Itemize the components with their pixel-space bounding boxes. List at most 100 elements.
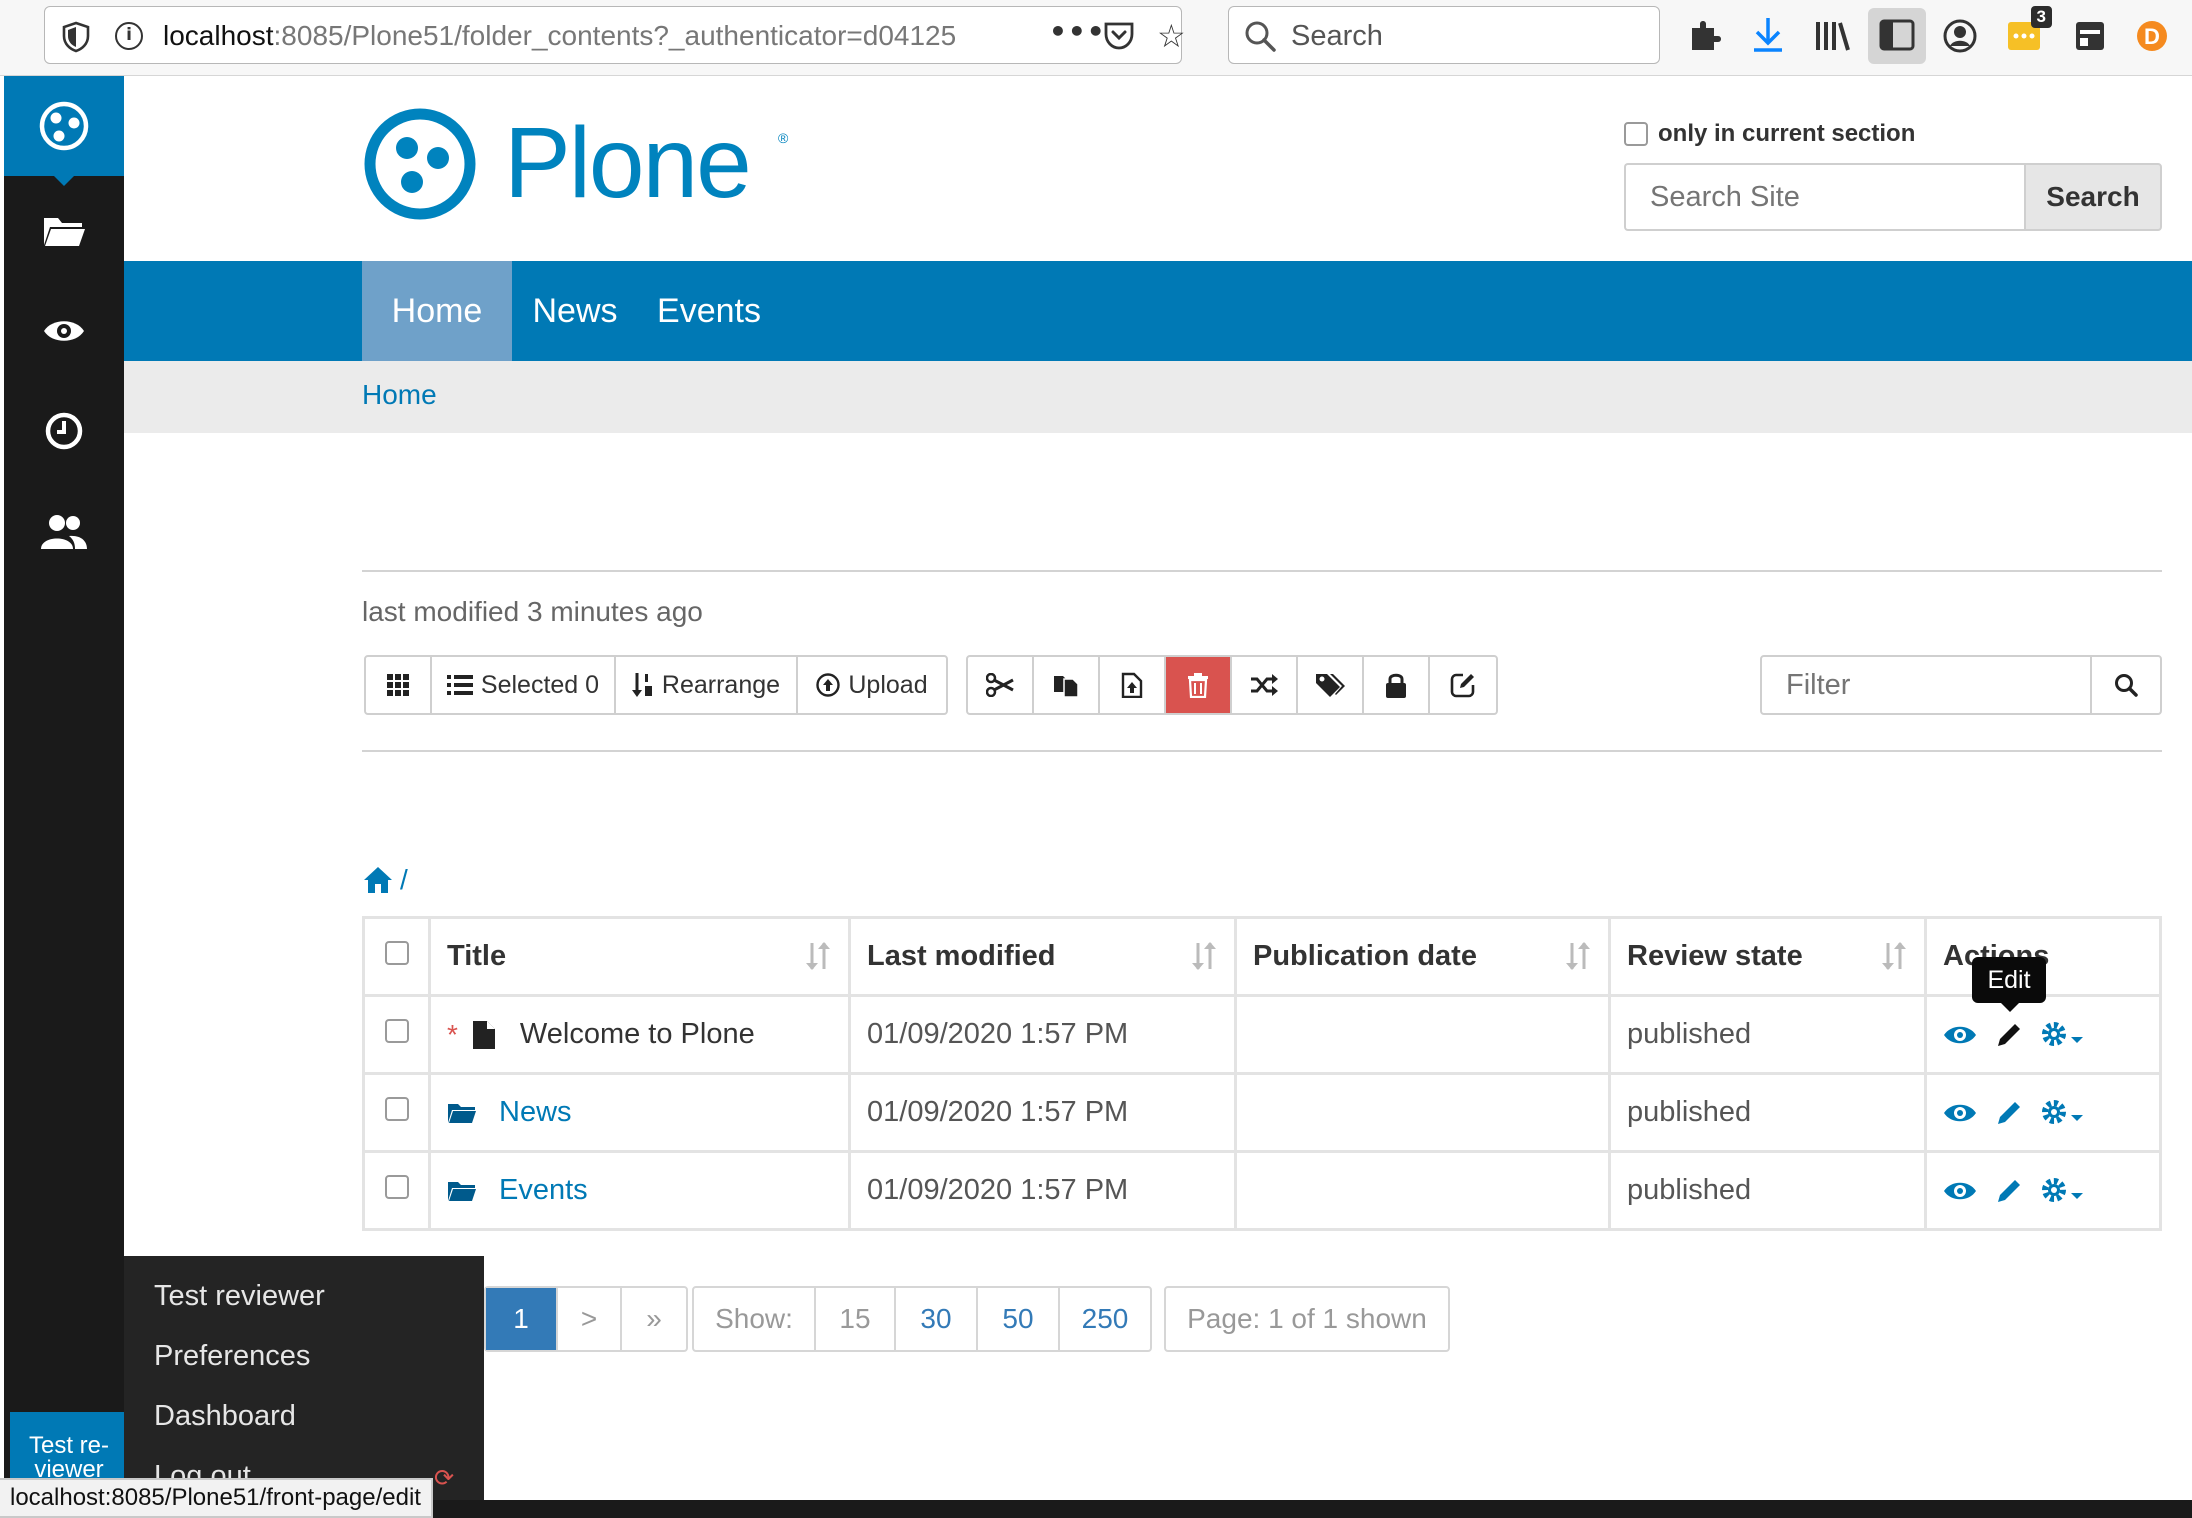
filter-search-button[interactable] bbox=[2092, 657, 2160, 713]
columns-button[interactable] bbox=[366, 657, 432, 713]
shield-icon[interactable] bbox=[61, 21, 91, 53]
settings-gear-icon[interactable] bbox=[2041, 1177, 2085, 1205]
edit-icon[interactable] bbox=[1995, 1099, 2023, 1127]
item-title[interactable]: News bbox=[499, 1096, 572, 1129]
paste-button[interactable] bbox=[1100, 657, 1166, 713]
tags-button[interactable] bbox=[1298, 657, 1364, 713]
eye-icon bbox=[44, 321, 84, 341]
browser-search-placeholder: Search bbox=[1291, 20, 1383, 52]
menu-dashboard[interactable]: Dashboard bbox=[154, 1400, 296, 1433]
edit-icon[interactable] bbox=[1995, 1021, 2023, 1049]
upload-icon bbox=[816, 673, 841, 697]
profile-avatar[interactable]: D bbox=[2130, 14, 2174, 58]
rearrange-button[interactable]: Rearrange bbox=[616, 657, 798, 713]
path-separator: / bbox=[400, 864, 408, 895]
publication-cell bbox=[1234, 994, 1611, 1075]
item-title[interactable]: Welcome to Plone bbox=[520, 1018, 755, 1051]
pocket-icon[interactable] bbox=[1103, 21, 1135, 51]
column-last-modified-label: Last modified bbox=[867, 940, 1056, 972]
only-current-section[interactable]: only in current section bbox=[1624, 120, 1915, 148]
page-size-50[interactable]: 50 bbox=[978, 1288, 1060, 1350]
row-checkbox[interactable] bbox=[384, 1097, 409, 1121]
nav-tab-news[interactable]: News bbox=[520, 261, 630, 361]
column-review-state[interactable]: Review state bbox=[1608, 916, 1927, 997]
workflow-button[interactable] bbox=[1364, 657, 1430, 713]
table-header-row: Title Last modified Publication date Rev… bbox=[362, 916, 2162, 997]
copy-icon bbox=[1054, 676, 1079, 698]
only-current-section-checkbox[interactable] bbox=[1624, 122, 1648, 146]
upload-button[interactable]: Upload bbox=[798, 657, 946, 713]
row-select-cell bbox=[362, 1072, 431, 1153]
state-cell: published bbox=[1608, 994, 1927, 1075]
site-logo[interactable]: Plone ® bbox=[362, 106, 788, 227]
properties-button[interactable] bbox=[1430, 657, 1496, 713]
settings-gear-icon[interactable] bbox=[2041, 1021, 2085, 1049]
column-last-modified[interactable]: Last modified bbox=[848, 916, 1237, 997]
column-title[interactable]: Title bbox=[428, 916, 851, 997]
selected-button[interactable]: Selected 0 bbox=[432, 657, 616, 713]
sort-arrows-icon bbox=[806, 942, 830, 970]
state-cell: published bbox=[1608, 1072, 1927, 1153]
home-icon[interactable] bbox=[362, 865, 394, 895]
copy-button[interactable] bbox=[1034, 657, 1100, 713]
row-checkbox[interactable] bbox=[384, 1019, 409, 1043]
delete-button[interactable] bbox=[1166, 657, 1232, 713]
site-search-input[interactable] bbox=[1624, 163, 2024, 231]
nav-tab-home[interactable]: Home bbox=[362, 261, 512, 361]
extension-badge-button[interactable]: 3 bbox=[2002, 6, 2052, 58]
table-row: * Welcome to Plone 01/09/2020 1:57 PM pu… bbox=[362, 994, 2162, 1075]
page-current[interactable]: 1 bbox=[486, 1288, 558, 1350]
browser-search-bar[interactable]: Search bbox=[1228, 6, 1660, 64]
view-icon[interactable] bbox=[1943, 1023, 1977, 1047]
breadcrumb: Home bbox=[124, 361, 2192, 433]
settings-gear-icon[interactable] bbox=[2041, 1099, 2085, 1127]
actions-cell bbox=[1924, 1150, 2162, 1231]
default-page-marker: * bbox=[447, 1018, 458, 1050]
reader-sidebar-button[interactable] bbox=[1868, 8, 1926, 64]
container-icon[interactable] bbox=[2068, 14, 2112, 58]
rename-button[interactable] bbox=[1232, 657, 1298, 713]
site-info-icon[interactable]: i bbox=[115, 22, 143, 50]
page-size-30[interactable]: 30 bbox=[896, 1288, 978, 1350]
item-title[interactable]: Events bbox=[499, 1174, 588, 1207]
row-checkbox[interactable] bbox=[384, 1175, 409, 1199]
upload-button-label: Upload bbox=[848, 670, 928, 699]
toolbar-view[interactable] bbox=[4, 286, 124, 376]
trash-icon bbox=[1188, 673, 1208, 698]
plone-toolbar-logo[interactable] bbox=[4, 76, 124, 186]
folder-icon bbox=[448, 1181, 476, 1201]
page-last[interactable]: » bbox=[622, 1288, 686, 1350]
view-icon[interactable] bbox=[1943, 1179, 1977, 1203]
address-bar[interactable]: i localhost:8085/Plone51/folder_contents… bbox=[44, 6, 1186, 64]
url-text[interactable]: localhost:8085/Plone51/folder_contents?_… bbox=[163, 19, 1023, 53]
download-icon[interactable] bbox=[1746, 14, 1790, 58]
page-size-selector: Show: 15 30 50 250 bbox=[692, 1286, 1152, 1352]
actions-cell bbox=[1924, 994, 2162, 1075]
breadcrumb-home[interactable]: Home bbox=[362, 379, 437, 411]
column-publication-date[interactable]: Publication date bbox=[1234, 916, 1611, 997]
page-actions-icon[interactable]: ••• bbox=[1049, 15, 1106, 48]
page-size-250[interactable]: 250 bbox=[1060, 1288, 1150, 1350]
bookmark-star-icon[interactable]: ☆ bbox=[1157, 17, 1186, 55]
menu-user-name[interactable]: Test reviewer bbox=[154, 1280, 325, 1313]
filter-input[interactable] bbox=[1762, 657, 2092, 713]
site-search-button[interactable]: Search bbox=[2024, 163, 2162, 231]
toolbar-contents[interactable] bbox=[4, 186, 124, 276]
sidebar-icon bbox=[1879, 19, 1915, 51]
row-select-cell bbox=[362, 994, 431, 1075]
page-next[interactable]: > bbox=[558, 1288, 622, 1350]
cut-button[interactable] bbox=[968, 657, 1034, 713]
menu-preferences[interactable]: Preferences bbox=[154, 1340, 310, 1373]
edit-icon[interactable] bbox=[1995, 1177, 2023, 1205]
page-size-15[interactable]: 15 bbox=[816, 1288, 896, 1350]
library-icon[interactable] bbox=[1810, 14, 1854, 58]
select-all-checkbox[interactable] bbox=[384, 941, 409, 965]
publication-cell bbox=[1234, 1150, 1611, 1231]
nav-tab-events[interactable]: Events bbox=[634, 261, 784, 361]
extensions-icon[interactable] bbox=[1684, 14, 1728, 58]
toolbar-sharing[interactable] bbox=[4, 486, 124, 576]
toolbar-history[interactable] bbox=[4, 386, 124, 476]
sort-arrows-icon bbox=[1192, 942, 1216, 970]
view-icon[interactable] bbox=[1943, 1101, 1977, 1125]
account-icon[interactable] bbox=[1938, 14, 1982, 58]
